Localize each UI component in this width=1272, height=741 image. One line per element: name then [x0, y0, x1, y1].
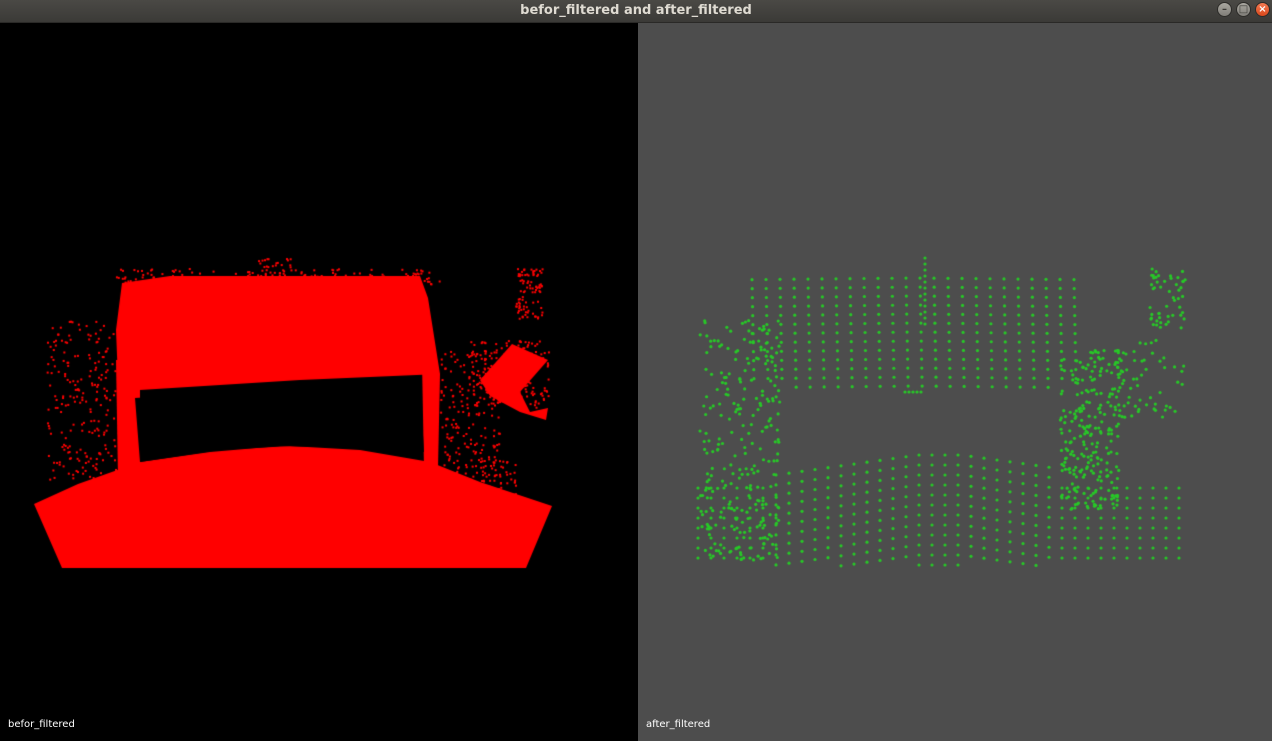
maximize-icon[interactable]: □ — [1236, 2, 1251, 17]
viewer-window: befor_filtered and after_filtered – □ × … — [0, 0, 1272, 741]
point-cloud-red[interactable] — [0, 23, 638, 741]
close-icon[interactable]: × — [1255, 2, 1270, 17]
point-cloud-green[interactable] — [638, 23, 1272, 741]
viewport-label-after: after_filtered — [646, 719, 711, 730]
viewport-after-filtered[interactable]: after_filtered — [638, 23, 1272, 741]
minimize-icon[interactable]: – — [1217, 2, 1232, 17]
window-title: befor_filtered and after_filtered — [520, 3, 752, 18]
viewport-label-befor: befor_filtered — [8, 719, 75, 730]
viewport-befor-filtered[interactable]: befor_filtered — [0, 23, 638, 741]
title-bar[interactable]: befor_filtered and after_filtered – □ × — [0, 0, 1272, 23]
